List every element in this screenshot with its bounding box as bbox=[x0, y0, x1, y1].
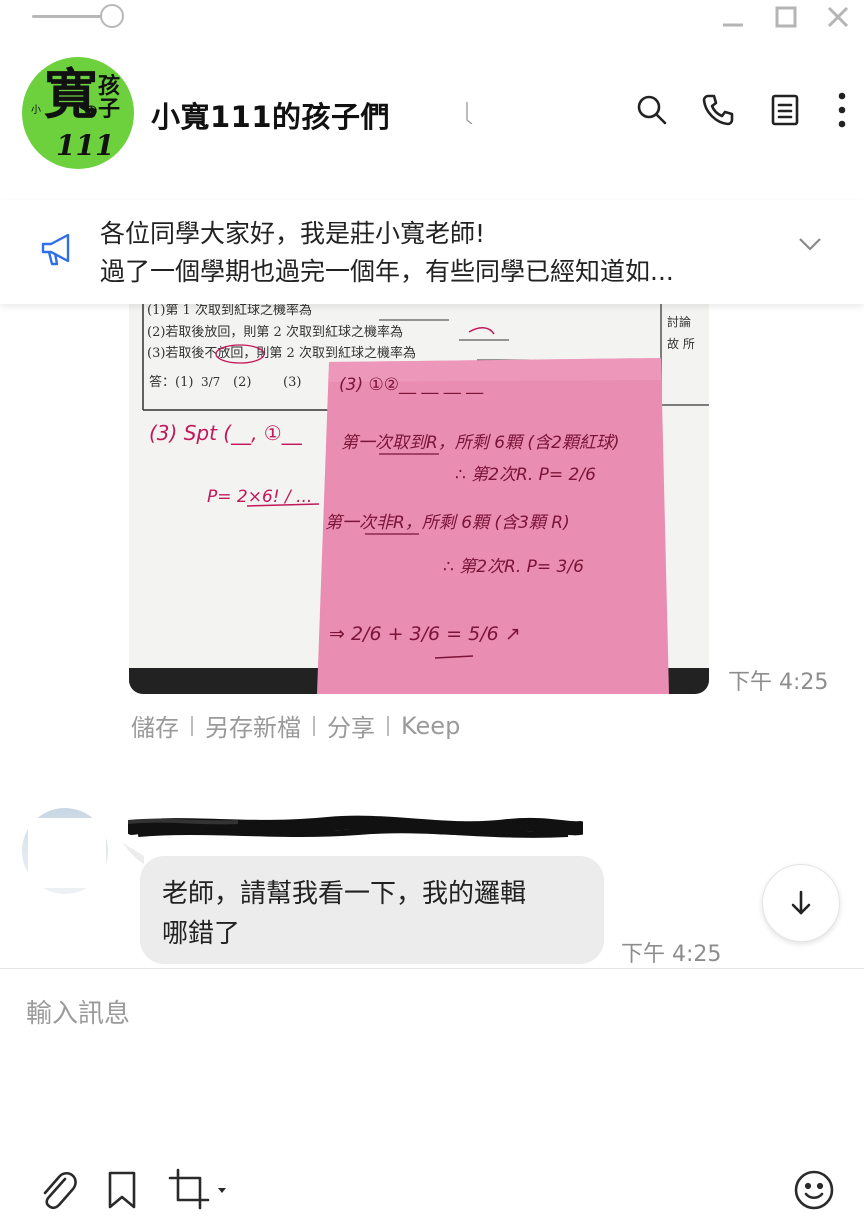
attach-button[interactable] bbox=[32, 1166, 80, 1214]
sticky-note-line-2: ∴ 第2次R. P= 2/6 bbox=[455, 465, 596, 485]
transparency-slider-knob[interactable] bbox=[100, 4, 124, 28]
announcement-line-2: 過了一個學期也過完一個年，有些同學已經知道如... bbox=[100, 257, 674, 286]
photo-actions: 儲存 另存新檔 分享 Keep bbox=[131, 708, 460, 743]
action-divider bbox=[387, 715, 389, 736]
worksheet-answer-fraction: 3/7 bbox=[201, 375, 220, 389]
sticky-note-line-1: 第一次取到R，所剩 6顆 (含2顆紅球) bbox=[341, 433, 620, 453]
dropdown-arrow-icon bbox=[218, 1188, 226, 1193]
bubble-tail bbox=[122, 842, 144, 864]
bookmark-icon bbox=[108, 1171, 136, 1209]
photo-message[interactable]: (1)第 1 次取到紅球之機率為 (2)若取後放回，則第 2 次取到紅球之機率為… bbox=[129, 290, 709, 694]
chat-title: 小寬111的孩子們 bbox=[151, 100, 391, 134]
maximize-icon bbox=[775, 6, 797, 28]
chat-header: 寬 孩子 の 小 111 小寬111的孩子們 bbox=[0, 50, 864, 178]
sticky-note-top: (3) ①②__ __ __ __ bbox=[339, 375, 484, 395]
call-button[interactable] bbox=[698, 90, 738, 130]
avatar-no-char: の bbox=[84, 104, 98, 120]
more-icon bbox=[838, 92, 846, 128]
scroll-to-bottom-button[interactable] bbox=[762, 864, 840, 942]
notes-icon bbox=[771, 94, 799, 126]
worksheet-answer-label: 答：(1) bbox=[149, 374, 193, 390]
bookmark-button[interactable] bbox=[98, 1166, 146, 1214]
search-icon bbox=[637, 95, 667, 125]
redacted-sender-name bbox=[128, 815, 583, 838]
emoji-icon bbox=[794, 1170, 834, 1210]
screenshot-button[interactable] bbox=[166, 1166, 214, 1214]
maximize-button[interactable] bbox=[771, 4, 801, 30]
announcement-line-1: 各位同學大家好，我是莊小寬老師! bbox=[100, 219, 486, 248]
sticky-note-line-5: ⇒ 2/6 + 3/6 = 5/6 ↗ bbox=[329, 623, 521, 645]
sender-avatar[interactable] bbox=[22, 808, 108, 894]
message-timestamp: 下午 4:25 bbox=[621, 942, 722, 967]
action-divider bbox=[191, 715, 193, 736]
mouse-cursor-icon bbox=[466, 102, 473, 125]
worksheet-question-3: (3)若取後不放回，則第 2 次取到紅球之機率為 bbox=[147, 345, 416, 361]
worksheet-answer-3: (3) bbox=[283, 375, 301, 390]
handwriting-left-1: (3) Spt (__, ①__ bbox=[149, 421, 303, 445]
avatar-number: 111 bbox=[56, 129, 115, 162]
save-as-button[interactable]: 另存新檔 bbox=[205, 708, 301, 743]
group-avatar[interactable]: 寬 孩子 の 小 111 bbox=[22, 57, 134, 169]
minimize-icon bbox=[723, 23, 743, 27]
worksheet-answer-2: (2) bbox=[233, 375, 251, 390]
arrow-down-icon bbox=[791, 890, 811, 915]
avatar-side-text: 孩子 bbox=[98, 73, 121, 123]
close-button[interactable] bbox=[823, 4, 853, 30]
attach-icon bbox=[43, 1171, 77, 1210]
worksheet-question-1: (1)第 1 次取到紅球之機率為 bbox=[147, 302, 312, 318]
close-icon bbox=[827, 6, 849, 28]
share-button[interactable]: 分享 bbox=[327, 708, 375, 743]
screenshot-options-button[interactable] bbox=[212, 1166, 232, 1214]
message-text-line-2: 哪錯了 bbox=[162, 919, 241, 949]
worksheet-side-text: 討論 bbox=[667, 314, 691, 329]
action-divider bbox=[313, 715, 315, 736]
worksheet-photo: (1)第 1 次取到紅球之機率為 (2)若取後放回，則第 2 次取到紅球之機率為… bbox=[129, 290, 709, 694]
more-button[interactable] bbox=[822, 90, 862, 130]
composer-divider bbox=[0, 968, 864, 969]
message-text-line-1: 老師，請幫我看一下，我的邏輯 bbox=[162, 879, 527, 909]
avatar-small-char: 小 bbox=[31, 105, 41, 116]
worksheet-side-text-2: 故 所 bbox=[667, 336, 695, 351]
chevron-down-icon[interactable] bbox=[796, 234, 824, 258]
window-bar bbox=[0, 0, 864, 36]
photo-timestamp: 下午 4:25 bbox=[728, 670, 829, 695]
minimize-button[interactable] bbox=[718, 4, 748, 30]
crop-icon bbox=[168, 1168, 210, 1210]
megaphone-icon bbox=[38, 228, 80, 274]
save-button[interactable]: 儲存 bbox=[131, 708, 179, 743]
keep-button[interactable]: Keep bbox=[401, 712, 460, 740]
message-input[interactable] bbox=[26, 992, 826, 1036]
phone-icon bbox=[702, 94, 734, 126]
notes-button[interactable] bbox=[765, 90, 805, 130]
sticky-note-line-4: ∴ 第2次R. P= 3/6 bbox=[443, 557, 584, 577]
sticky-note-line-3: 第一次非R，所剩 6顆 (含3顆 R) bbox=[325, 513, 570, 533]
emoji-button[interactable] bbox=[790, 1166, 838, 1214]
search-button[interactable] bbox=[632, 90, 672, 130]
message-bubble[interactable]: 老師，請幫我看一下，我的邏輯 哪錯了 bbox=[140, 856, 604, 964]
announcement-bar[interactable]: 各位同學大家好，我是莊小寬老師! 過了一個學期也過完一個年，有些同學已經知道如.… bbox=[0, 200, 864, 304]
worksheet-question-2: (2)若取後放回，則第 2 次取到紅球之機率為 bbox=[147, 324, 403, 340]
